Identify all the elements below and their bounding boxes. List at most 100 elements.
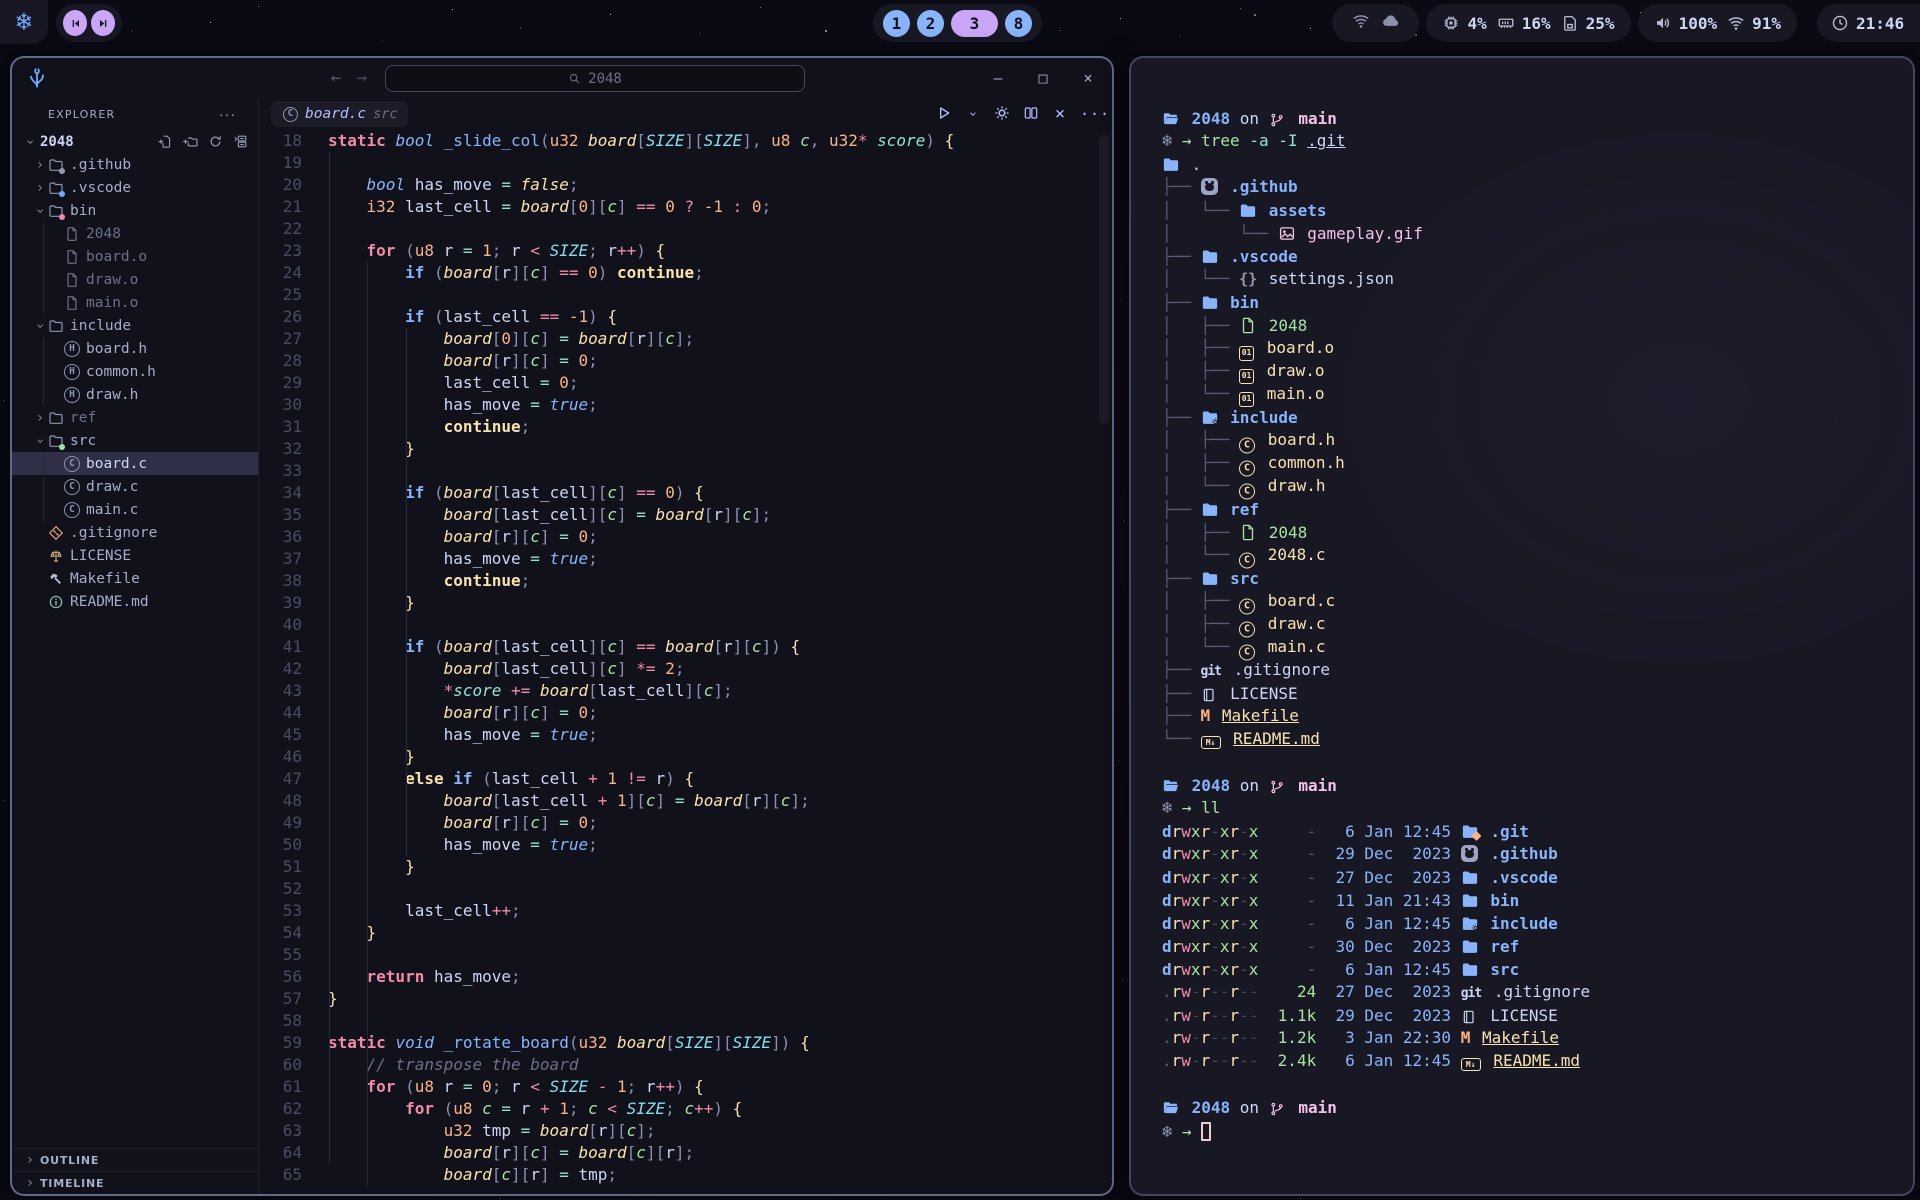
network-tray[interactable] xyxy=(1332,4,1419,42)
file-row-.github[interactable]: ›.github xyxy=(12,153,258,176)
branch-icon xyxy=(1269,1099,1287,1117)
file-row-bin[interactable]: ›bin xyxy=(12,199,258,222)
file-row-.vscode[interactable]: ›.vscode xyxy=(12,176,258,199)
workspace-3-active[interactable]: 3 xyxy=(951,10,998,37)
terminal-line: ❄ → tree -a -I .git xyxy=(1162,129,1913,152)
code-line-57: 57} xyxy=(259,988,1112,1010)
file-row-board.c[interactable]: Cboard.c xyxy=(12,452,258,475)
file-row-include[interactable]: ›include xyxy=(12,314,258,337)
navigate-back-button[interactable]: ← xyxy=(324,66,348,90)
new-folder-button[interactable] xyxy=(182,134,198,150)
file-row-main.o[interactable]: main.o xyxy=(12,291,258,314)
file-icon xyxy=(64,295,80,311)
terminal-line: │ └── 01 main.o xyxy=(1162,382,1913,405)
explorer-root-folder[interactable]: › 2048 xyxy=(12,130,258,153)
line-number: 62 xyxy=(259,1098,302,1120)
system-stats[interactable]: 4%16%25% xyxy=(1426,4,1630,42)
terminal-line: │ ├── C common.h xyxy=(1162,451,1913,474)
settings-gear-button[interactable] xyxy=(993,105,1011,123)
c-file-icon: C xyxy=(64,502,80,518)
code-line-27: 27 board[0][c] = board[r][c]; xyxy=(259,328,1112,350)
line-number: 60 xyxy=(259,1054,302,1076)
gitw-icon: git xyxy=(1461,982,1481,1005)
refresh-button[interactable] xyxy=(207,134,223,150)
terminal-cursor xyxy=(1201,1122,1211,1141)
file-row-common.h[interactable]: Hcommon.h xyxy=(12,360,258,383)
line-number: 48 xyxy=(259,790,302,812)
tab-board.c[interactable]: C board.c src xyxy=(271,101,408,127)
mdfile-icon: M↓ xyxy=(1201,736,1221,749)
obj-icon: 01 xyxy=(1239,346,1254,361)
panel-timeline[interactable]: ›TIMELINE xyxy=(12,1171,258,1194)
media-skip-back-button[interactable] xyxy=(63,10,87,36)
more-actions-button[interactable]: ··· xyxy=(1080,105,1098,123)
run-button[interactable] xyxy=(935,105,953,123)
maximize-button[interactable]: □ xyxy=(1031,66,1055,90)
split-editor-button[interactable] xyxy=(1022,105,1040,123)
info-icon xyxy=(48,594,64,610)
editor-title-bar[interactable]: ← → 2048 –□ × xyxy=(12,58,1112,98)
file-row-board.h[interactable]: Hboard.h xyxy=(12,337,258,360)
editor-actions: › × ··· xyxy=(935,105,1098,123)
workspace-8[interactable]: 8 xyxy=(1005,10,1032,37)
file-row-draw.o[interactable]: draw.o xyxy=(12,268,258,291)
minimize-button[interactable]: – xyxy=(986,66,1010,90)
file-row-main.c[interactable]: Cmain.c xyxy=(12,498,258,521)
book-icon xyxy=(1201,685,1219,703)
cfile-icon: C xyxy=(1239,438,1255,454)
terminal-line: drwxr-xr-x - 27 Dec 2023 .vscode xyxy=(1162,865,1913,888)
line-number: 54 xyxy=(259,922,302,944)
close-editor-button[interactable]: × xyxy=(1051,105,1069,123)
img-icon xyxy=(1278,225,1296,243)
terminal-line: ├── ref xyxy=(1162,497,1913,520)
launcher-button[interactable]: ❄ xyxy=(0,0,48,44)
file-row-ref[interactable]: ›ref xyxy=(12,406,258,429)
explorer-more-button[interactable]: ··· xyxy=(219,106,236,122)
clock[interactable]: 21:46 xyxy=(1817,4,1920,42)
line-number: 33 xyxy=(259,460,302,482)
file-row-draw.c[interactable]: Cdraw.c xyxy=(12,475,258,498)
terminal-line: │ └── assets xyxy=(1162,198,1913,221)
h-file-icon: H xyxy=(64,364,80,380)
folder-vs-icon xyxy=(48,180,64,196)
terminal-window[interactable]: 2048 on main❄ → tree -a -I .git .├── .gi… xyxy=(1129,56,1915,1196)
media-skip-forward-button[interactable] xyxy=(91,10,115,36)
code-line-62: 62 for (u8 c = r + 1; c < SIZE; c++) { xyxy=(259,1098,1112,1120)
obj-icon: 01 xyxy=(1239,369,1254,384)
file-label: board.h xyxy=(86,341,147,357)
collapse-all-button[interactable] xyxy=(232,134,248,150)
clock-icon xyxy=(1831,14,1849,32)
command-search-box[interactable]: 2048 xyxy=(385,65,805,92)
file-row-LICENSE[interactable]: LICENSE xyxy=(12,544,258,567)
terminal-line: drwxr-xr-x - 6 Jan 12:45 src xyxy=(1162,957,1913,980)
navigate-forward-button[interactable]: → xyxy=(350,66,374,90)
panel-outline[interactable]: ›OUTLINE xyxy=(12,1148,258,1171)
nix-snowflake-icon: ❄ xyxy=(16,9,32,35)
file-row-2048[interactable]: 2048 xyxy=(12,222,258,245)
file-row-.gitignore[interactable]: .gitignore xyxy=(12,521,258,544)
line-number: 29 xyxy=(259,372,302,394)
file-row-src[interactable]: ›src xyxy=(12,429,258,452)
folder-bin-icon xyxy=(48,203,64,219)
folder-git-icon xyxy=(1461,823,1479,841)
code-area[interactable]: 18static bool _slide_col(u32 board[SIZE]… xyxy=(259,130,1112,1194)
file-row-Makefile[interactable]: Makefile xyxy=(12,567,258,590)
workspace-2[interactable]: 2 xyxy=(917,10,944,37)
run-dropdown-button[interactable]: › xyxy=(964,105,982,123)
indent-guide xyxy=(406,328,407,856)
cpu-icon xyxy=(1442,14,1460,32)
code-line-31: 31 continue; xyxy=(259,416,1112,438)
file-row-draw.h[interactable]: Hdraw.h xyxy=(12,383,258,406)
code-line-53: 53 last_cell++; xyxy=(259,900,1112,922)
code-line-52: 52 xyxy=(259,878,1112,900)
explorer-actions xyxy=(157,134,248,150)
code-line-26: 26 if (last_cell == -1) { xyxy=(259,306,1112,328)
code-line-38: 38 continue; xyxy=(259,570,1112,592)
editor-scrollbar[interactable] xyxy=(1099,134,1109,424)
new-file-button[interactable] xyxy=(157,134,173,150)
file-row-board.o[interactable]: board.o xyxy=(12,245,258,268)
workspace-1[interactable]: 1 xyxy=(883,10,910,37)
file-row-README.md[interactable]: README.md xyxy=(12,590,258,613)
close-button[interactable]: × xyxy=(1076,66,1100,90)
volume-network-stats[interactable]: 100%91% xyxy=(1638,4,1797,42)
